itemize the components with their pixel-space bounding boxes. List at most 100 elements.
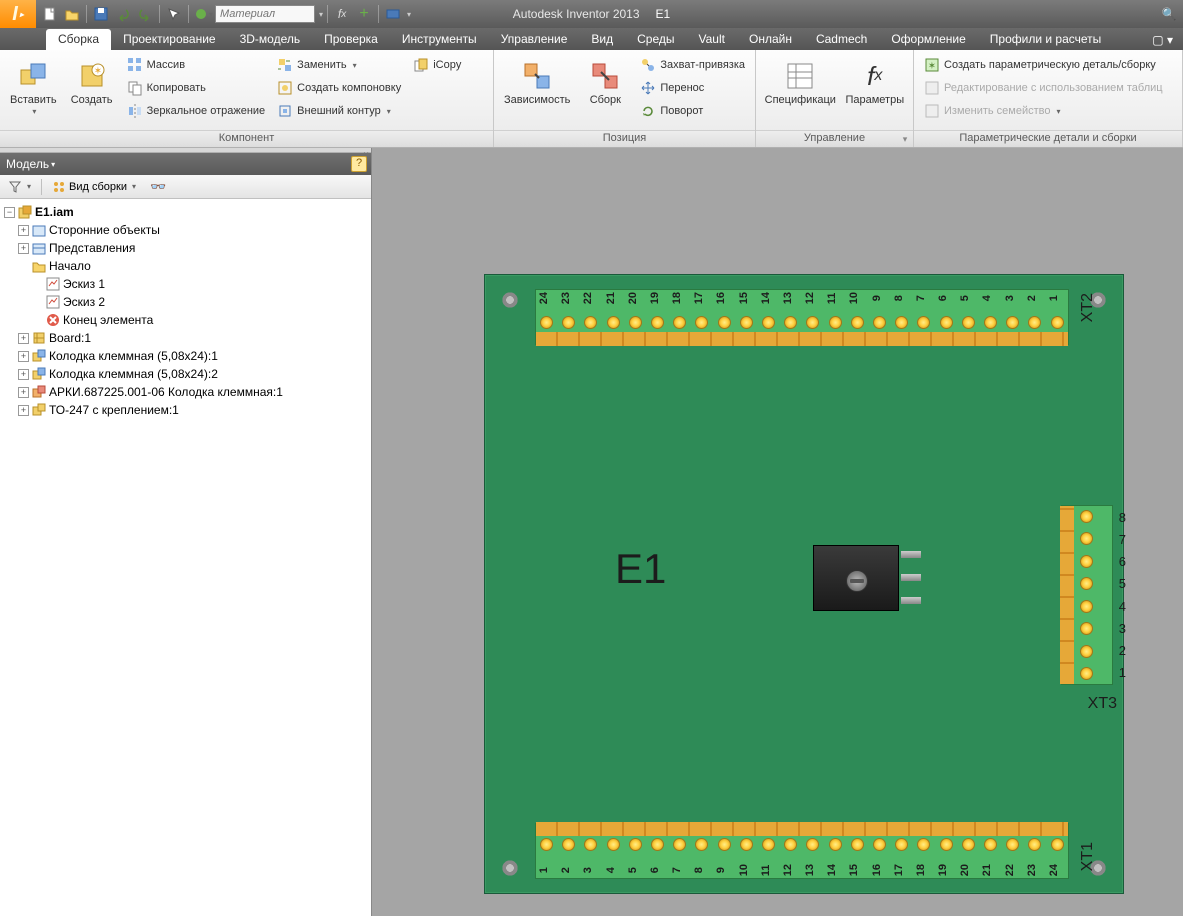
material-input[interactable] <box>215 5 315 23</box>
fx-icon[interactable]: fx <box>332 4 352 24</box>
assemble-button[interactable]: Сборк <box>578 54 632 130</box>
new-file-icon[interactable] <box>40 4 60 24</box>
binoculars-icon[interactable]: 👓 <box>146 177 170 197</box>
pcb-board: E1 2423222120191817161514131211109876543… <box>484 274 1124 894</box>
tree-item[interactable]: Эскиз 2 <box>2 293 369 311</box>
tab-среды[interactable]: Среды <box>625 29 686 50</box>
browser-toolbar: ▾ Вид сборки▾ 👓 <box>0 175 371 199</box>
app-menu-button[interactable]: I▸ <box>0 0 36 28</box>
contour-button[interactable]: Внешний контур▾ <box>273 100 405 122</box>
tree-item[interactable]: +Board:1 <box>2 329 369 347</box>
expand-icon[interactable]: + <box>18 405 29 416</box>
view-mode-button[interactable]: Вид сборки▾ <box>48 178 140 196</box>
panel-expand-icon[interactable]: ▾ <box>900 134 910 144</box>
tree-item[interactable]: + Колодка клеммная (5,08x24):1 <box>2 347 369 365</box>
asm-icon <box>31 366 47 382</box>
expand-icon[interactable]: + <box>18 351 29 362</box>
create-button[interactable]: ✶ Создать <box>65 54 119 130</box>
replace-button[interactable]: Заменить▾ <box>273 54 405 76</box>
tree-item[interactable]: Эскиз 1 <box>2 275 369 293</box>
tab-профили и расчеты[interactable]: Профили и расчеты <box>978 29 1114 50</box>
grip-button[interactable]: Захват-привязка <box>636 54 749 76</box>
expand-icon[interactable]: + <box>18 333 29 344</box>
array-button[interactable]: Массив <box>123 54 270 76</box>
tab-проектирование[interactable]: Проектирование <box>111 29 228 50</box>
xt2-label: XT2 <box>1079 293 1097 322</box>
tree-item[interactable]: Начало <box>2 257 369 275</box>
svg-text:✶: ✶ <box>93 66 101 77</box>
plus-icon[interactable]: + <box>354 4 374 24</box>
cadmech-qat-icon[interactable] <box>383 4 403 24</box>
tab-3d-модель[interactable]: 3D-модель <box>228 29 313 50</box>
terminal-xt3: 87654321 <box>1061 505 1113 685</box>
tab-оформление[interactable]: Оформление <box>879 29 977 50</box>
tree-item-label: Представления <box>49 241 135 255</box>
tree-item-label: АРКИ.687225.001-06 Колодка клеммная:1 <box>49 385 283 399</box>
tab-сборка[interactable]: Сборка <box>46 29 111 50</box>
move-button[interactable]: Перенос <box>636 77 749 99</box>
ipart-edit-family-button: Изменить семейство▾ <box>920 100 1167 122</box>
tree-item[interactable]: + АРКИ.687225.001-06 Колодка клеммная:1 <box>2 383 369 401</box>
filter-icon[interactable]: ▾ <box>4 178 35 196</box>
layout-button[interactable]: Создать компоновку <box>273 77 405 99</box>
tree-item-label: Начало <box>49 259 91 273</box>
asm3-icon <box>31 402 47 418</box>
ext-icon <box>31 222 47 238</box>
tree-item-label: Колодка клеммная (5,08x24):1 <box>49 349 218 363</box>
tab-cadmech[interactable]: Cadmech <box>804 29 879 50</box>
select-icon[interactable] <box>164 4 184 24</box>
tree-item[interactable]: +Сторонние объекты <box>2 221 369 239</box>
viewport[interactable]: E1 2423222120191817161514131211109876543… <box>372 148 1183 916</box>
color-icon[interactable]: ▾ <box>193 4 213 24</box>
copy-button[interactable]: Копировать <box>123 77 270 99</box>
tree-item[interactable]: Конец элемента <box>2 311 369 329</box>
tree-item-label: Колодка клеммная (5,08x24):2 <box>49 367 218 381</box>
tree-item-label: Конец элемента <box>63 313 153 327</box>
tab-управление[interactable]: Управление <box>489 29 580 50</box>
panel-manage-label: Управление▾ <box>756 130 913 147</box>
ipart-create-button[interactable]: ✶Создать параметрическую деталь/сборку <box>920 54 1167 76</box>
expand-icon[interactable]: − <box>4 207 15 218</box>
ribbon-tabs: СборкаПроектирование3D-модельПроверкаИнс… <box>0 28 1183 50</box>
tab-проверка[interactable]: Проверка <box>312 29 390 50</box>
expand-icon[interactable]: + <box>18 225 29 236</box>
browser-header[interactable]: Модель ▾? <box>0 153 371 175</box>
icopy-button[interactable]: iCopy <box>409 54 465 76</box>
main-area: × Модель ▾? ▾ Вид сборки▾ 👓 − E1.iam +Ст… <box>0 148 1183 916</box>
expand-icon[interactable]: + <box>18 369 29 380</box>
expand-icon[interactable]: + <box>18 387 29 398</box>
app-title: Autodesk Inventor 2013 <box>513 7 640 21</box>
tree-item[interactable]: + ТО-247 с креплением:1 <box>2 401 369 419</box>
save-icon[interactable] <box>91 4 111 24</box>
panel-component-label: Компонент <box>0 130 493 147</box>
tab-инструменты[interactable]: Инструменты <box>390 29 489 50</box>
asm2-icon <box>31 384 47 400</box>
titlebar: I▸ ▾ ▾ fx + ▾ Autodesk Inventor 2013 E1 … <box>0 0 1183 28</box>
ribbon-collapse-icon[interactable]: ▢ ▾ <box>1142 30 1183 50</box>
tab-онлайн[interactable]: Онлайн <box>737 29 804 50</box>
tab-вид[interactable]: Вид <box>579 29 625 50</box>
search-icon[interactable]: 🔍 <box>1159 4 1179 24</box>
quick-access-toolbar: ▾ ▾ fx + ▾ <box>36 4 415 24</box>
tree-item[interactable]: + Представления <box>2 239 369 257</box>
expand-icon[interactable]: + <box>18 243 29 254</box>
panel-ipart-label: Параметрические детали и сборки <box>914 130 1182 147</box>
constrain-button[interactable]: Зависимость <box>500 54 574 130</box>
insert-button[interactable]: Вставить▾ <box>6 54 61 130</box>
tree-root[interactable]: − E1.iam <box>2 203 369 221</box>
rotate-button[interactable]: Поворот <box>636 100 749 122</box>
mounting-hole <box>501 859 519 877</box>
bom-button[interactable]: Спецификаци <box>762 54 839 130</box>
params-button[interactable]: fx Параметры <box>843 54 907 130</box>
tree-item[interactable]: + Колодка клеммная (5,08x24):2 <box>2 365 369 383</box>
help-icon[interactable]: ? <box>351 156 367 172</box>
undo-icon[interactable] <box>113 4 133 24</box>
open-file-icon[interactable] <box>62 4 82 24</box>
tree-item-label: Эскиз 2 <box>63 295 105 309</box>
redo-icon[interactable] <box>135 4 155 24</box>
terminal-xt2: 242322212019181716151413121110987654321 <box>535 289 1069 345</box>
mirror-button[interactable]: Зеркальное отражение <box>123 100 270 122</box>
tree-item-label: ТО-247 с креплением:1 <box>49 403 179 417</box>
tab-vault[interactable]: Vault <box>687 29 737 50</box>
panel-ipart: ✶Создать параметрическую деталь/сборку Р… <box>914 50 1183 147</box>
